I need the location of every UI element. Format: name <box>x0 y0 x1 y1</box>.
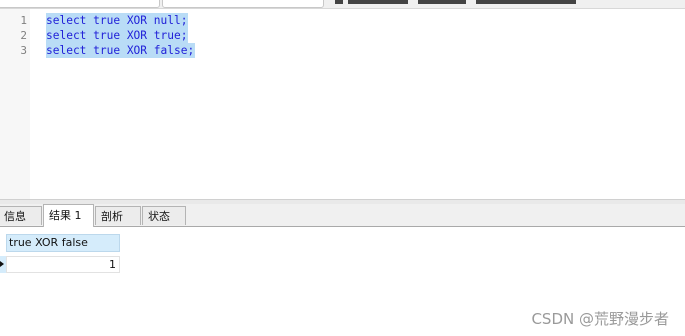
current-row-arrow-icon <box>0 261 4 267</box>
toolbar-button-run[interactable] <box>348 0 408 4</box>
toolbar-button-stop[interactable] <box>418 0 466 4</box>
toolbar-button-explain[interactable] <box>476 0 576 4</box>
result-tab-bar: 信息 结果 1 剖析 状态 <box>0 204 685 227</box>
tab-result-1[interactable]: 结果 1 <box>43 204 94 227</box>
code-line[interactable]: select true XOR false; <box>46 43 196 58</box>
line-number: 1 <box>20 14 27 27</box>
code-line[interactable]: select true XOR true; <box>46 28 189 43</box>
tab-status[interactable]: 状态 <box>142 206 186 225</box>
database-select[interactable] <box>162 0 324 8</box>
connection-select[interactable] <box>0 0 160 8</box>
run-icon[interactable] <box>335 0 343 4</box>
tab-info[interactable]: 信息 <box>0 206 42 225</box>
toolbar <box>0 0 685 9</box>
column-header[interactable]: true XOR false <box>6 234 120 252</box>
line-number: 3 <box>20 44 27 57</box>
code-line[interactable]: select true XOR null; <box>46 13 189 28</box>
watermark: CSDN @荒野漫步者 <box>531 310 669 328</box>
sql-editor[interactable]: 1 2 3 select true XOR null; select true … <box>0 9 685 199</box>
table-cell[interactable]: 1 <box>6 256 120 273</box>
line-number: 2 <box>20 29 27 42</box>
tab-profile[interactable]: 剖析 <box>95 206 141 225</box>
line-number-gutter: 1 2 3 <box>0 9 30 199</box>
